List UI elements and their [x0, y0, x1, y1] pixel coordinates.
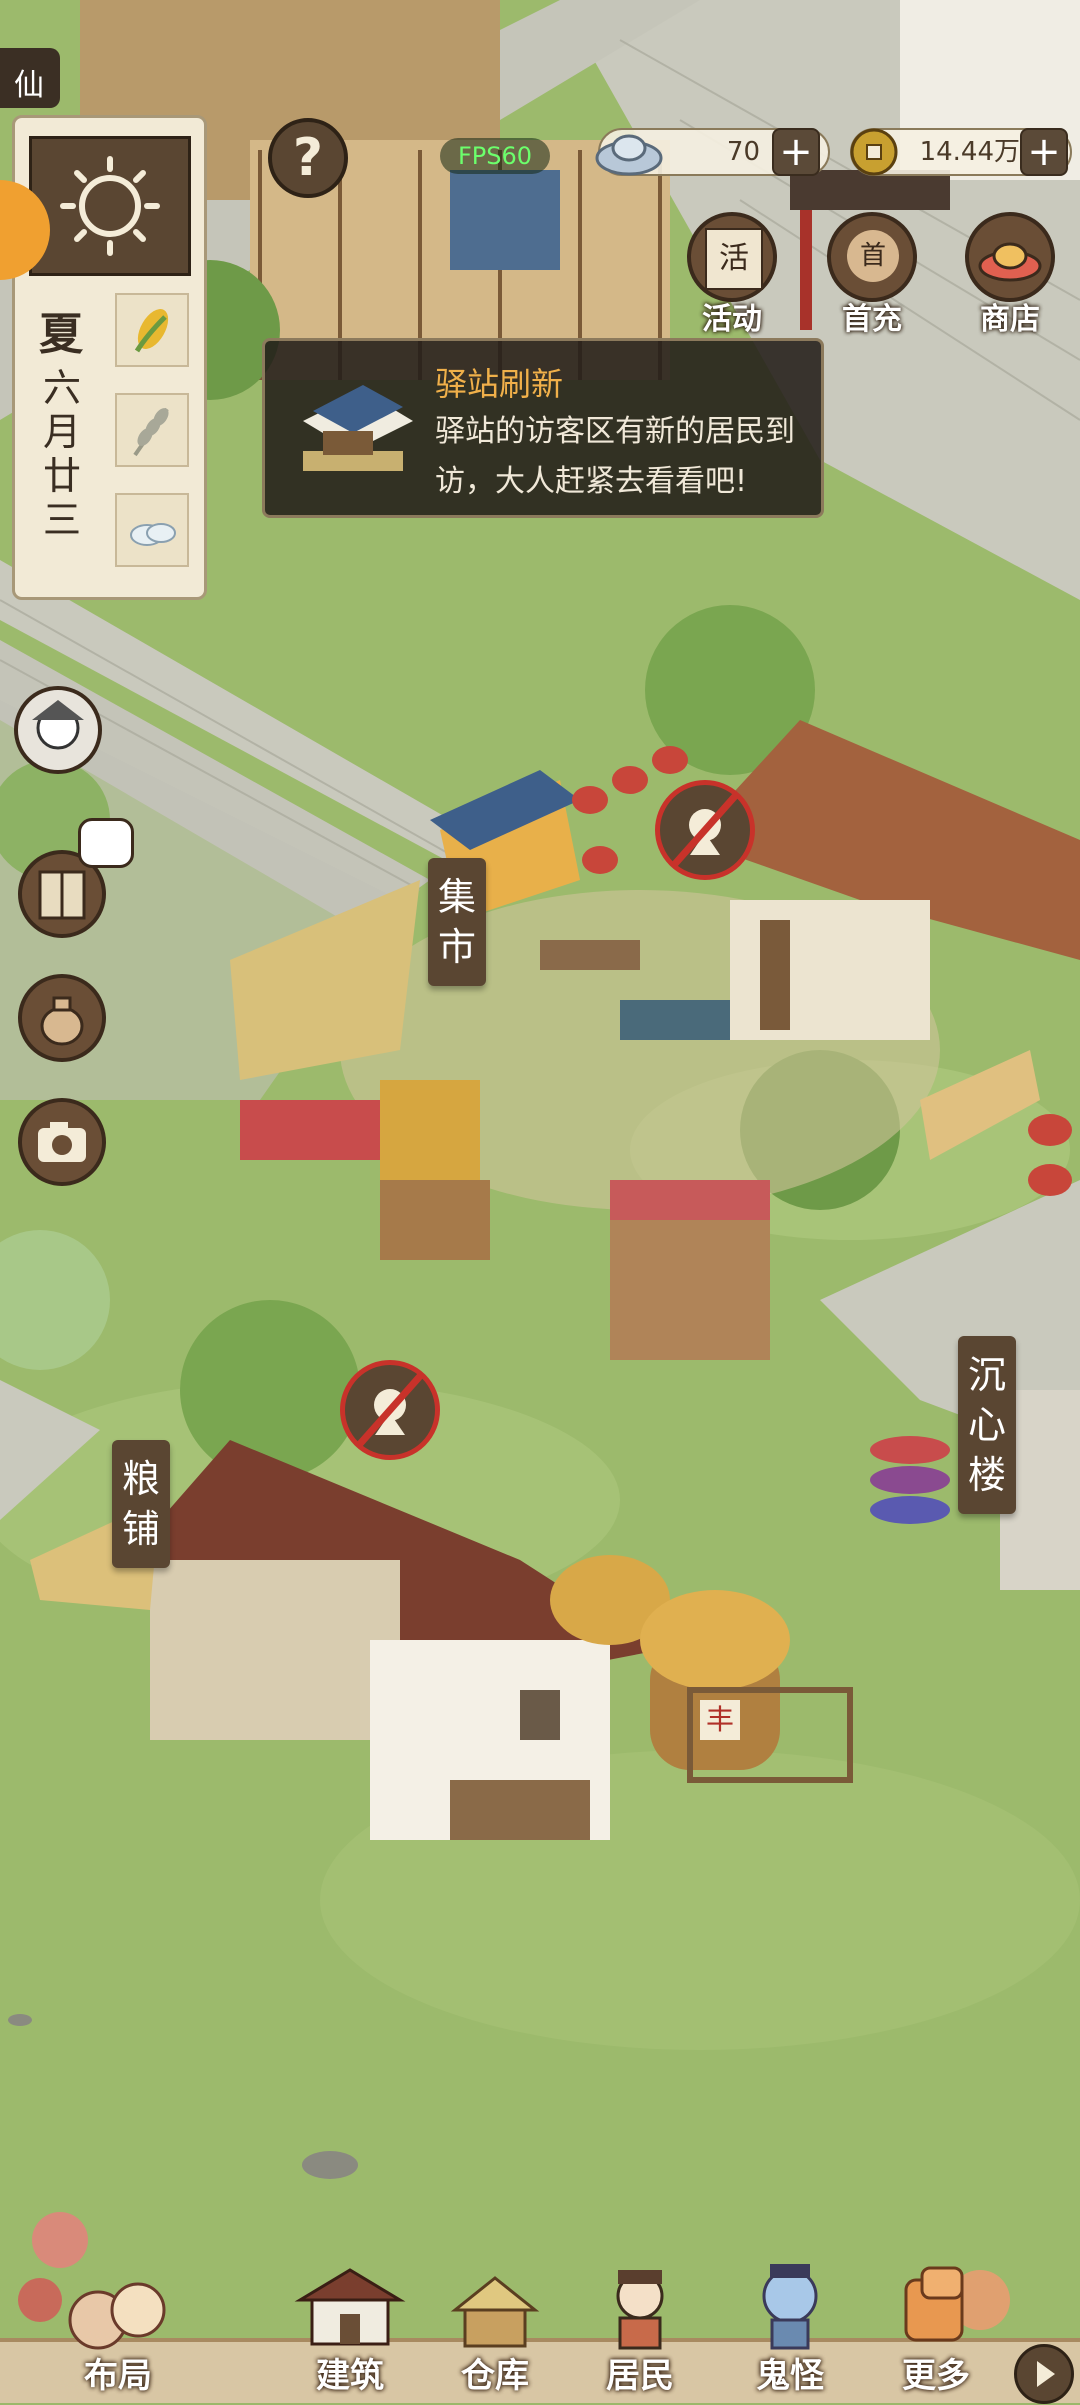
nav-layout-button[interactable]: 布局: [48, 2250, 188, 2400]
notification-popup[interactable]: 驿站刷新 驿站的访客区有新的居民到访，大人赶紧去看看吧!: [262, 338, 824, 518]
notification-title: 驿站刷新: [435, 365, 564, 403]
warehouse-icon: [450, 2276, 540, 2348]
first-charge-button[interactable]: 首 首充: [812, 212, 932, 342]
corn-icon: [134, 309, 169, 353]
shop-label: 商店: [980, 302, 1040, 337]
sun-icon: [60, 156, 160, 256]
add-coin-button[interactable]: +: [1020, 128, 1068, 176]
nav-warehouse-button[interactable]: 仓库: [425, 2250, 565, 2400]
first-charge-bag-glyph: 首: [847, 230, 899, 282]
activity-scroll-glyph: 活: [705, 228, 763, 290]
nav-building-label: 建筑: [316, 2356, 384, 2396]
no-entry-icon: [356, 1372, 424, 1448]
bottom-nav-bar: 布局 建筑 仓库 居民 鬼怪 更多: [0, 2250, 1080, 2404]
first-charge-label: 首充: [842, 302, 902, 337]
tower-banner[interactable]: 沉心楼: [958, 1336, 1016, 1514]
activity-label: 活动: [702, 302, 762, 337]
no-entry-icon: [671, 792, 739, 868]
question-icon: ?: [292, 128, 324, 188]
left-edge-tag-label: 仙: [14, 68, 44, 103]
sack-icon: [40, 996, 84, 1046]
chevron-right-icon: [1037, 2361, 1055, 2387]
bag-button[interactable]: [18, 974, 106, 1062]
expand-arrow-button[interactable]: [1014, 2344, 1074, 2404]
notification-message: 驿站的访客区有新的居民到访，大人赶紧去看看吧!: [435, 414, 795, 499]
journal-badge-icon: [78, 818, 134, 868]
scholar-avatar-icon: [32, 700, 84, 750]
post-station-thumbnail: [283, 371, 423, 491]
date-label: 六月廿三: [43, 366, 82, 542]
help-button[interactable]: ?: [268, 118, 348, 198]
calendar-panel[interactable]: 夏 六月廿三: [12, 115, 207, 600]
grain-shop-banner[interactable]: 粮铺: [112, 1440, 170, 1568]
first-charge-bag-icon: 首: [827, 212, 917, 302]
weather-box: [29, 136, 191, 276]
shop-button[interactable]: 商店: [950, 212, 1070, 342]
left-edge-tag[interactable]: 仙: [0, 48, 60, 108]
crop-slot-cloud: [115, 493, 189, 567]
fps-indicator: FPS60: [440, 138, 550, 174]
activity-button[interactable]: 活 活动: [672, 212, 792, 342]
tower-label: 沉心楼: [967, 1353, 1006, 1497]
grain-silo-sign: 丰: [700, 1700, 740, 1740]
no-entry-marker-market[interactable]: [655, 780, 755, 880]
nav-resident-button[interactable]: 居民: [570, 2250, 710, 2400]
more-icon: [904, 2266, 964, 2342]
grain-shop-label: 粮铺: [121, 1457, 160, 1551]
silver-value: 70: [726, 137, 760, 167]
nav-ghost-button[interactable]: 鬼怪: [720, 2250, 860, 2400]
no-entry-marker-grain[interactable]: [340, 1360, 440, 1460]
character-avatar-button[interactable]: [14, 686, 102, 774]
crop-slot-corn: [115, 293, 189, 367]
crop-slot-wheat: [115, 393, 189, 467]
activity-scroll-icon: 活: [687, 212, 777, 302]
camera-button[interactable]: [18, 1098, 106, 1186]
silver-ingot-icon: [595, 134, 663, 176]
market-label: 集市: [437, 875, 476, 969]
layout-icon: [68, 2282, 166, 2350]
resident-icon: [616, 2270, 664, 2350]
ghost-icon: [762, 2264, 818, 2350]
nav-more-button[interactable]: 更多: [866, 2250, 1006, 2400]
nav-ghost-label: 鬼怪: [756, 2356, 824, 2396]
shop-ingot-icon: [965, 212, 1055, 302]
nav-layout-label: 布局: [84, 2356, 152, 2396]
cloud-icon: [130, 523, 176, 546]
building-icon: [294, 2268, 406, 2346]
wheat-icon: [133, 407, 169, 457]
camera-icon: [38, 1122, 86, 1162]
copper-coin-icon: [850, 128, 898, 176]
add-silver-button[interactable]: +: [772, 128, 820, 176]
coin-value: 14.44万: [919, 137, 1020, 167]
nav-building-button[interactable]: 建筑: [280, 2250, 420, 2400]
season-label: 夏: [39, 309, 83, 360]
nav-resident-label: 居民: [606, 2356, 674, 2396]
market-banner[interactable]: 集市: [428, 858, 486, 986]
nav-more-label: 更多: [902, 2356, 970, 2396]
nav-warehouse-label: 仓库: [461, 2356, 529, 2396]
